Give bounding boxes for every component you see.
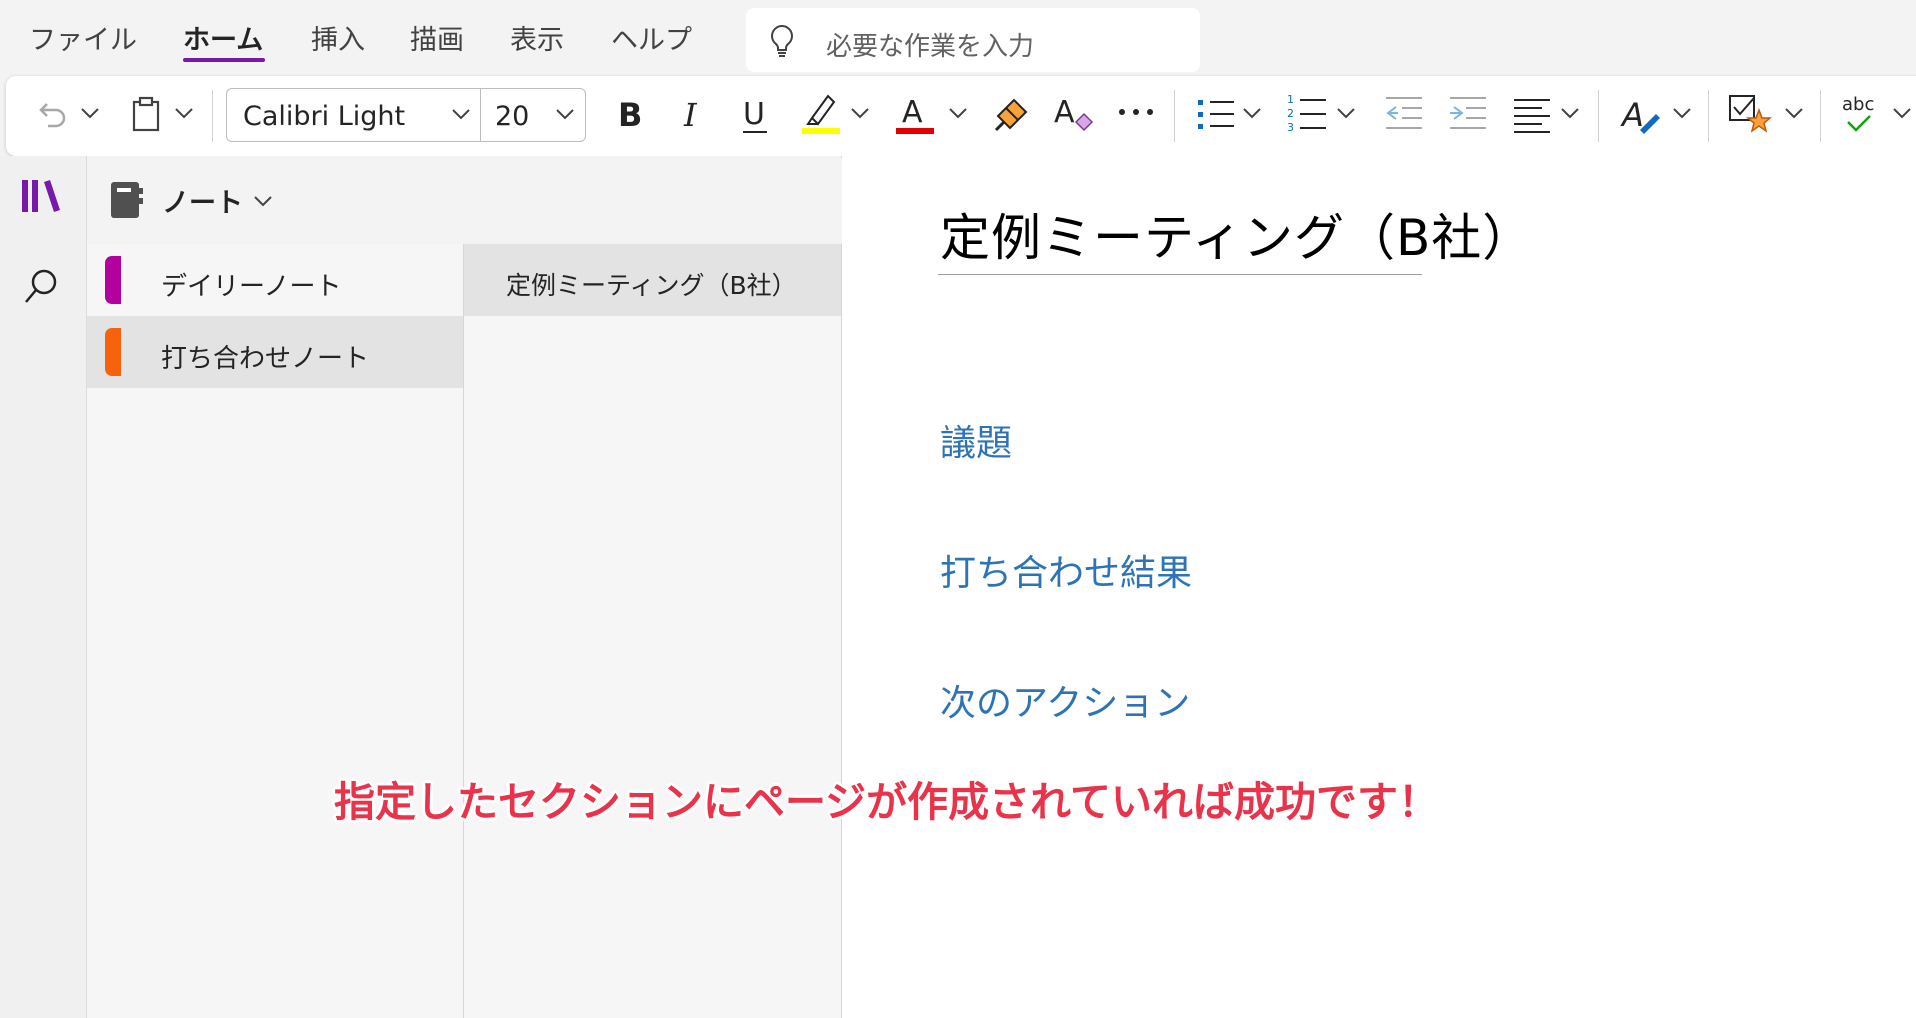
- numbering-digit-1: 1: [1287, 93, 1294, 106]
- clear-formatting-icon[interactable]: A: [1052, 92, 1094, 134]
- page-title[interactable]: 定例ミーティング（B社）: [940, 198, 1533, 270]
- search-icon[interactable]: [22, 266, 62, 310]
- heading-next-actions[interactable]: 次のアクション: [940, 674, 1190, 726]
- bold-icon[interactable]: B: [614, 94, 644, 134]
- font-box-divider: [480, 89, 481, 141]
- undo-icon[interactable]: [34, 96, 70, 132]
- menu-draw[interactable]: 描画: [410, 18, 464, 57]
- ribbon-separator: [1174, 90, 1175, 142]
- menu-home[interactable]: ホーム: [183, 18, 263, 57]
- section-color-tab: [105, 256, 121, 304]
- highlight-chevron-icon[interactable]: [850, 106, 870, 120]
- heading-agenda[interactable]: 議題: [940, 414, 1012, 466]
- notebook-chevron-down-icon[interactable]: [253, 194, 273, 208]
- numbering-digit-2: 2: [1287, 107, 1294, 120]
- numbered-list-chevron-icon[interactable]: [1336, 106, 1356, 120]
- svg-text:U: U: [743, 97, 765, 132]
- notebooks-library-icon[interactable]: [20, 176, 64, 220]
- italic-icon[interactable]: I: [678, 94, 708, 134]
- page-item-selected[interactable]: 定例ミーティング（B社）: [464, 244, 841, 316]
- ribbon-separator: [212, 90, 213, 142]
- underline-icon[interactable]: U: [740, 92, 770, 136]
- tags-chevron-icon[interactable]: [1784, 106, 1804, 120]
- section-label: デイリーノート: [161, 272, 342, 302]
- more-options-icon[interactable]: [1116, 102, 1156, 122]
- font-color-icon[interactable]: A: [894, 90, 936, 136]
- numbering-digit-3: 3: [1287, 121, 1294, 134]
- font-size-select[interactable]: 20: [495, 101, 529, 132]
- highlighter-icon[interactable]: [800, 90, 842, 136]
- decrease-indent-icon[interactable]: [1384, 94, 1424, 134]
- menu-insert[interactable]: 挿入: [311, 18, 365, 57]
- align-chevron-icon[interactable]: [1560, 106, 1580, 120]
- ribbon-separator: [1708, 90, 1709, 142]
- spelling-chevron-icon[interactable]: [1892, 106, 1912, 120]
- svg-text:B: B: [618, 96, 642, 134]
- ribbon-separator: [1820, 90, 1821, 142]
- search-box[interactable]: 必要な作業を入力: [746, 8, 1200, 72]
- font-color-chevron-icon[interactable]: [948, 106, 968, 120]
- svg-text:A: A: [1620, 96, 1644, 134]
- align-left-icon[interactable]: [1512, 94, 1552, 134]
- spelling-icon-text: abc: [1842, 94, 1874, 115]
- section-item[interactable]: デイリーノート: [87, 244, 463, 316]
- increase-indent-icon[interactable]: [1448, 94, 1488, 134]
- font-name-chevron-icon[interactable]: [451, 107, 471, 121]
- notebook-title: ノート: [162, 188, 243, 219]
- ribbon-separator: [1598, 90, 1599, 142]
- lightbulb-icon: [768, 24, 796, 62]
- heading-meeting-results[interactable]: 打ち合わせ結果: [940, 544, 1192, 596]
- undo-dropdown-chevron-icon[interactable]: [80, 106, 100, 120]
- font-size-chevron-icon[interactable]: [555, 107, 575, 121]
- notebook-icon: [109, 180, 145, 220]
- svg-text:A: A: [1054, 95, 1075, 130]
- active-menu-indicator: [183, 58, 265, 62]
- tutorial-annotation: 指定したセクションにページが作成されていれば成功です！: [334, 778, 1439, 826]
- menu-help[interactable]: ヘルプ: [611, 18, 692, 57]
- format-painter-icon[interactable]: [992, 94, 1032, 134]
- bullet-list-icon[interactable]: [1196, 94, 1236, 134]
- svg-text:A: A: [902, 95, 923, 130]
- clipboard-dropdown-chevron-icon[interactable]: [174, 106, 194, 120]
- page-list: 定例ミーティング（B社）: [464, 244, 842, 1018]
- tag-checkbox-star-icon[interactable]: [1728, 92, 1772, 136]
- svg-text:I: I: [683, 96, 698, 134]
- section-item-selected[interactable]: 打ち合わせノート: [87, 316, 463, 388]
- section-color-tab: [105, 328, 121, 376]
- numbered-list-icon[interactable]: 1 2 3: [1286, 92, 1328, 136]
- navigation-rail: [0, 156, 87, 1018]
- menu-file[interactable]: ファイル: [29, 18, 137, 57]
- spelling-check-icon[interactable]: abc: [1840, 90, 1880, 136]
- notebook-header[interactable]: ノート: [87, 156, 841, 244]
- page-item-label: 定例ミーティング（B社）: [506, 271, 797, 300]
- clipboard-icon[interactable]: [130, 96, 164, 132]
- ribbon-toolbar: Calibri Light 20 B I U A A 1 2 3 A abc: [6, 76, 1916, 156]
- font-name-select[interactable]: Calibri Light: [243, 101, 405, 132]
- styles-icon[interactable]: A: [1620, 92, 1662, 136]
- menu-bar: ファイル ホーム 挿入 描画 表示 ヘルプ 必要な作業を入力: [0, 0, 1916, 72]
- styles-chevron-icon[interactable]: [1672, 106, 1692, 120]
- section-label: 打ち合わせノート: [161, 344, 370, 374]
- search-placeholder: 必要な作業を入力: [826, 32, 1035, 62]
- section-list: デイリーノート 打ち合わせノート: [87, 244, 464, 1018]
- page-title-underline: [938, 274, 1422, 275]
- menu-view[interactable]: 表示: [510, 18, 564, 57]
- font-picker-group: Calibri Light 20: [226, 88, 586, 142]
- bullet-list-chevron-icon[interactable]: [1242, 106, 1262, 120]
- page-canvas[interactable]: 定例ミーティング（B社） 議題 打ち合わせ結果 次のアクション: [842, 156, 1916, 1018]
